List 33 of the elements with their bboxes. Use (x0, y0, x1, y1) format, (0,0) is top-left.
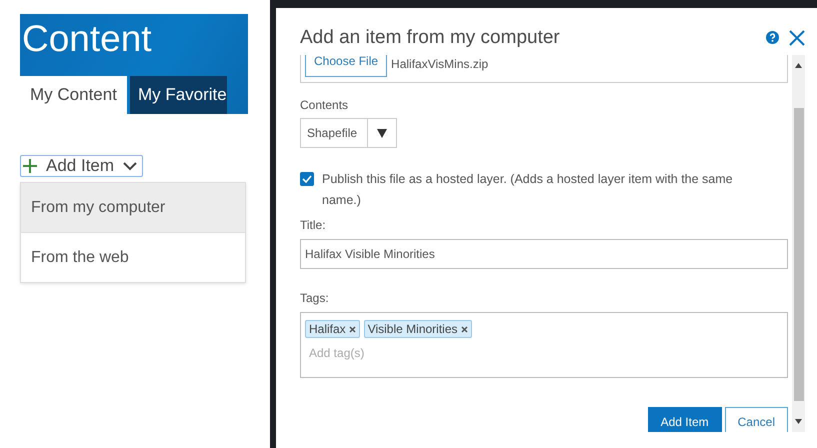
plus-icon (22, 158, 38, 174)
close-icon[interactable] (789, 30, 805, 46)
add-item-button[interactable]: Add Item (648, 407, 722, 432)
tab[interactable]: My Content (20, 76, 127, 114)
remove-icon[interactable] (460, 326, 468, 332)
caret-icon (377, 128, 388, 138)
menu-item[interactable]: From the web (21, 233, 245, 283)
scrollbar[interactable] (792, 55, 805, 432)
scroll-up-icon[interactable] (795, 63, 802, 68)
tag-chip[interactable]: Halifax (305, 320, 360, 338)
help-icon[interactable] (766, 31, 779, 44)
tags-field[interactable]: Halifax Visible Minorities Add tag(s) (300, 312, 788, 378)
file-name: HalifaxVisMins.zip (391, 57, 488, 71)
field-label: Title: (300, 218, 327, 232)
field-label: Tags: (300, 291, 330, 305)
chevron-down-icon (122, 161, 138, 171)
remove-icon[interactable] (348, 326, 356, 332)
page-title: Content (21, 17, 152, 59)
title-field[interactable]: Halifax Visible Minorities (300, 239, 788, 269)
dialog-title: Add an item from my computer (300, 26, 561, 48)
tab[interactable]: My Favorite (130, 76, 227, 114)
field-label: Contents (300, 98, 350, 112)
menu-item[interactable]: From my computer (21, 183, 245, 233)
tag-chip[interactable]: Visible Minorities (364, 320, 472, 338)
cancel-button[interactable]: Cancel (724, 407, 788, 432)
contents-dropdown[interactable]: Shapefile (300, 118, 398, 148)
scroll-down-icon[interactable] (795, 419, 802, 424)
file-field[interactable]: Choose File HalifaxVisMins.zip (300, 55, 788, 83)
add-item-button[interactable]: Add Item (20, 155, 144, 177)
checkbox[interactable] (300, 172, 314, 186)
scrollbar-thumb[interactable] (794, 108, 804, 401)
checkbox-label: Publish this file as a hosted layer. (Adds a hosted layer item with the same name.) (322, 171, 734, 209)
choose-file-button[interactable]: Choose File (305, 55, 388, 77)
